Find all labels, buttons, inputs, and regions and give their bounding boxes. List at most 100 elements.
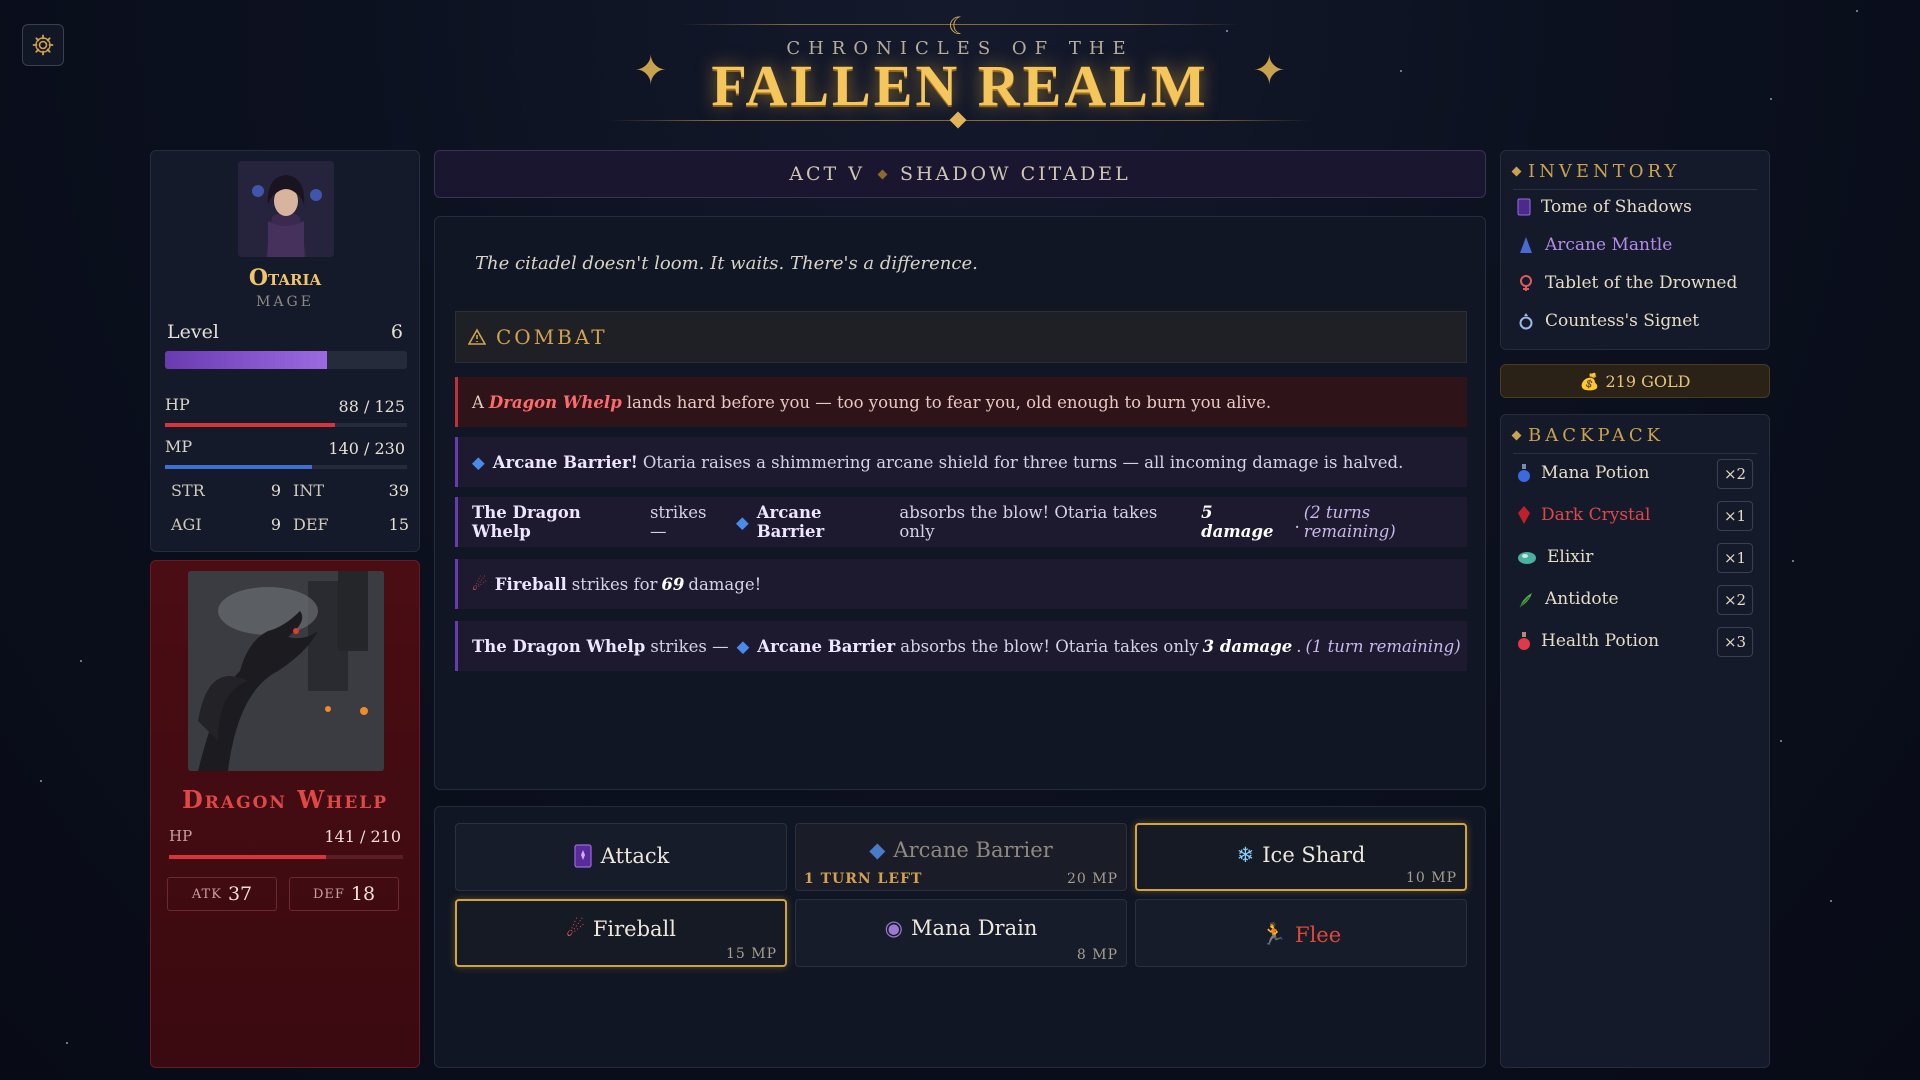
inventory-item[interactable]: Arcane Mantle <box>1517 235 1672 255</box>
flee-button[interactable]: 🏃 Flee <box>1135 899 1467 967</box>
enemy-def-value: 18 <box>350 883 376 905</box>
elixir-icon <box>1518 552 1536 564</box>
xp-bar-fill <box>165 351 328 369</box>
log-text: strikes for <box>571 574 658 594</box>
story-log: The citadel doesn't loom. It waits. Ther… <box>434 216 1486 790</box>
log-entry: ◆ Arcane Barrier! Otaria raises a shimme… <box>455 437 1467 487</box>
log-text: absorbs the blow! Otaria takes only <box>900 636 1199 656</box>
backpack-item-label: Elixir <box>1547 547 1594 567</box>
mp-value: 140 / 230 <box>328 439 405 458</box>
mana-drain-button[interactable]: ◉ Mana Drain 8 MP <box>795 899 1127 967</box>
fire-icon: ☄ <box>566 917 585 941</box>
enemy-hp-label: HP <box>169 827 193 845</box>
backpack-item-label: Antidote <box>1545 589 1619 609</box>
actor-name: The Dragon Whelp <box>472 636 646 656</box>
tome-icon <box>1517 198 1531 216</box>
running-icon: 🏃 <box>1260 922 1287 946</box>
backpack-item[interactable]: Dark Crystal <box>1517 505 1650 525</box>
diamond-separator-icon <box>877 169 888 179</box>
backpack-item-label: Dark Crystal <box>1541 505 1651 525</box>
barrier-turns-left: 1 TURN LEFT <box>804 871 923 887</box>
narration-text: The citadel doesn't loom. It waits. Ther… <box>475 253 978 274</box>
star <box>66 1042 68 1044</box>
settings-button[interactable] <box>22 24 64 66</box>
backpack-title: BACKPACK <box>1528 425 1665 446</box>
damage-value: 3 damage <box>1202 636 1293 656</box>
tablet-icon <box>1520 275 1532 291</box>
star <box>1792 560 1794 562</box>
log-text: A <box>472 392 484 412</box>
inventory-item[interactable]: Tome of Shadows <box>1517 197 1692 217</box>
log-entry: The Dragon Whelp strikes — ◆ Arcane Barr… <box>455 497 1467 547</box>
inventory-panel: INVENTORY Tome of Shadows Arcane Mantle … <box>1500 150 1770 350</box>
inventory-title: INVENTORY <box>1528 161 1681 182</box>
coin-bag-icon: 💰 <box>1579 371 1600 391</box>
backpack-item[interactable]: Mana Potion <box>1517 463 1649 483</box>
inventory-item-label: Arcane Mantle <box>1545 235 1673 255</box>
skill-name: Arcane Barrier <box>756 503 825 541</box>
log-text: damage! <box>688 574 762 594</box>
ice-shard-button[interactable]: ❄ Ice Shard 10 MP <box>1135 823 1467 891</box>
arcane-barrier-button[interactable]: ◆ Arcane Barrier 1 TURN LEFT 20 MP <box>795 823 1127 891</box>
attr-int-value: 39 <box>388 481 409 500</box>
diamond-bullet-icon <box>1511 166 1522 177</box>
sparkle-icon: ✦ <box>1252 48 1286 94</box>
xp-bar <box>165 351 407 369</box>
flee-label: Flee <box>1295 922 1342 947</box>
star <box>1830 900 1832 902</box>
act-label: ACT V <box>789 163 865 185</box>
log-text: absorbs the blow! Otaria takes only <box>899 503 1158 541</box>
backpack-header: BACKPACK <box>1511 425 1665 446</box>
inventory-item[interactable]: Tablet of the Drowned <box>1517 273 1737 293</box>
hp-bar <box>165 423 407 427</box>
inventory-item-label: Tablet of the Drowned <box>1545 273 1738 293</box>
log-text: . <box>1296 636 1302 656</box>
hp-label: HP <box>165 395 190 414</box>
location-banner: ACT V SHADOW CITADEL <box>434 150 1486 198</box>
backpack-item[interactable]: Elixir <box>1517 547 1593 567</box>
log-entry: ☄ Fireball strikes for 69 damage! <box>455 559 1467 609</box>
enemy-hp-bar <box>169 855 403 859</box>
orb-icon: ◉ <box>884 916 903 940</box>
inventory-item[interactable]: Countess's Signet <box>1517 311 1699 331</box>
log-entry: The Dragon Whelp strikes — ◆ Arcane Barr… <box>455 621 1467 671</box>
log-text: strikes — <box>650 636 729 656</box>
log-text: strikes — <box>649 503 707 541</box>
level-label: Level <box>167 321 219 343</box>
log-text: Otaria raises a shimmering arcane shield… <box>642 452 1404 472</box>
moon-icon: ☾ <box>948 12 970 40</box>
hp-bar-fill <box>165 423 336 427</box>
star <box>40 780 42 782</box>
enemy-panel: Dragon Whelp HP 141 / 210 ATK 37 DEF 18 <box>150 560 420 1068</box>
ice-shard-label: Ice Shard <box>1262 843 1366 867</box>
turns-remaining: (1 turn remaining) <box>1305 636 1461 656</box>
mana-drain-cost: 8 MP <box>1076 947 1118 963</box>
backpack-item[interactable]: Health Potion <box>1517 631 1659 651</box>
log-entry: A Dragon Whelp lands hard before you — t… <box>455 377 1467 427</box>
item-quantity: ×1 <box>1717 543 1753 573</box>
level-value: 6 <box>390 321 403 343</box>
item-quantity: ×2 <box>1717 459 1753 489</box>
tome-icon <box>574 844 592 868</box>
location-name: SHADOW CITADEL <box>899 163 1131 185</box>
ring-icon <box>1519 313 1533 330</box>
inventory-header: INVENTORY <box>1511 161 1681 182</box>
gear-icon <box>32 34 54 56</box>
diamond-icon: ◆ <box>736 636 750 656</box>
fireball-button[interactable]: ☄ Fireball 15 MP <box>455 899 787 967</box>
log-text: . <box>1294 512 1300 532</box>
barrier-cost: 20 MP <box>1066 871 1118 887</box>
enemy-atk-value: 37 <box>227 883 253 905</box>
diamond-icon: ◆ <box>736 512 749 532</box>
title-main: FALLEN REALM <box>711 53 1209 118</box>
attack-button[interactable]: Attack <box>455 823 787 891</box>
snowflake-icon: ❄ <box>1236 843 1255 867</box>
divider <box>1513 453 1757 454</box>
star <box>1770 98 1772 100</box>
enemy-atk-stat: ATK 37 <box>167 877 277 911</box>
fire-icon: ☄ <box>472 574 487 594</box>
backpack-item[interactable]: Antidote <box>1517 589 1619 609</box>
herb-icon <box>1519 593 1532 608</box>
attr-def-value: 15 <box>388 515 409 534</box>
attr-str-value: 9 <box>270 481 281 500</box>
